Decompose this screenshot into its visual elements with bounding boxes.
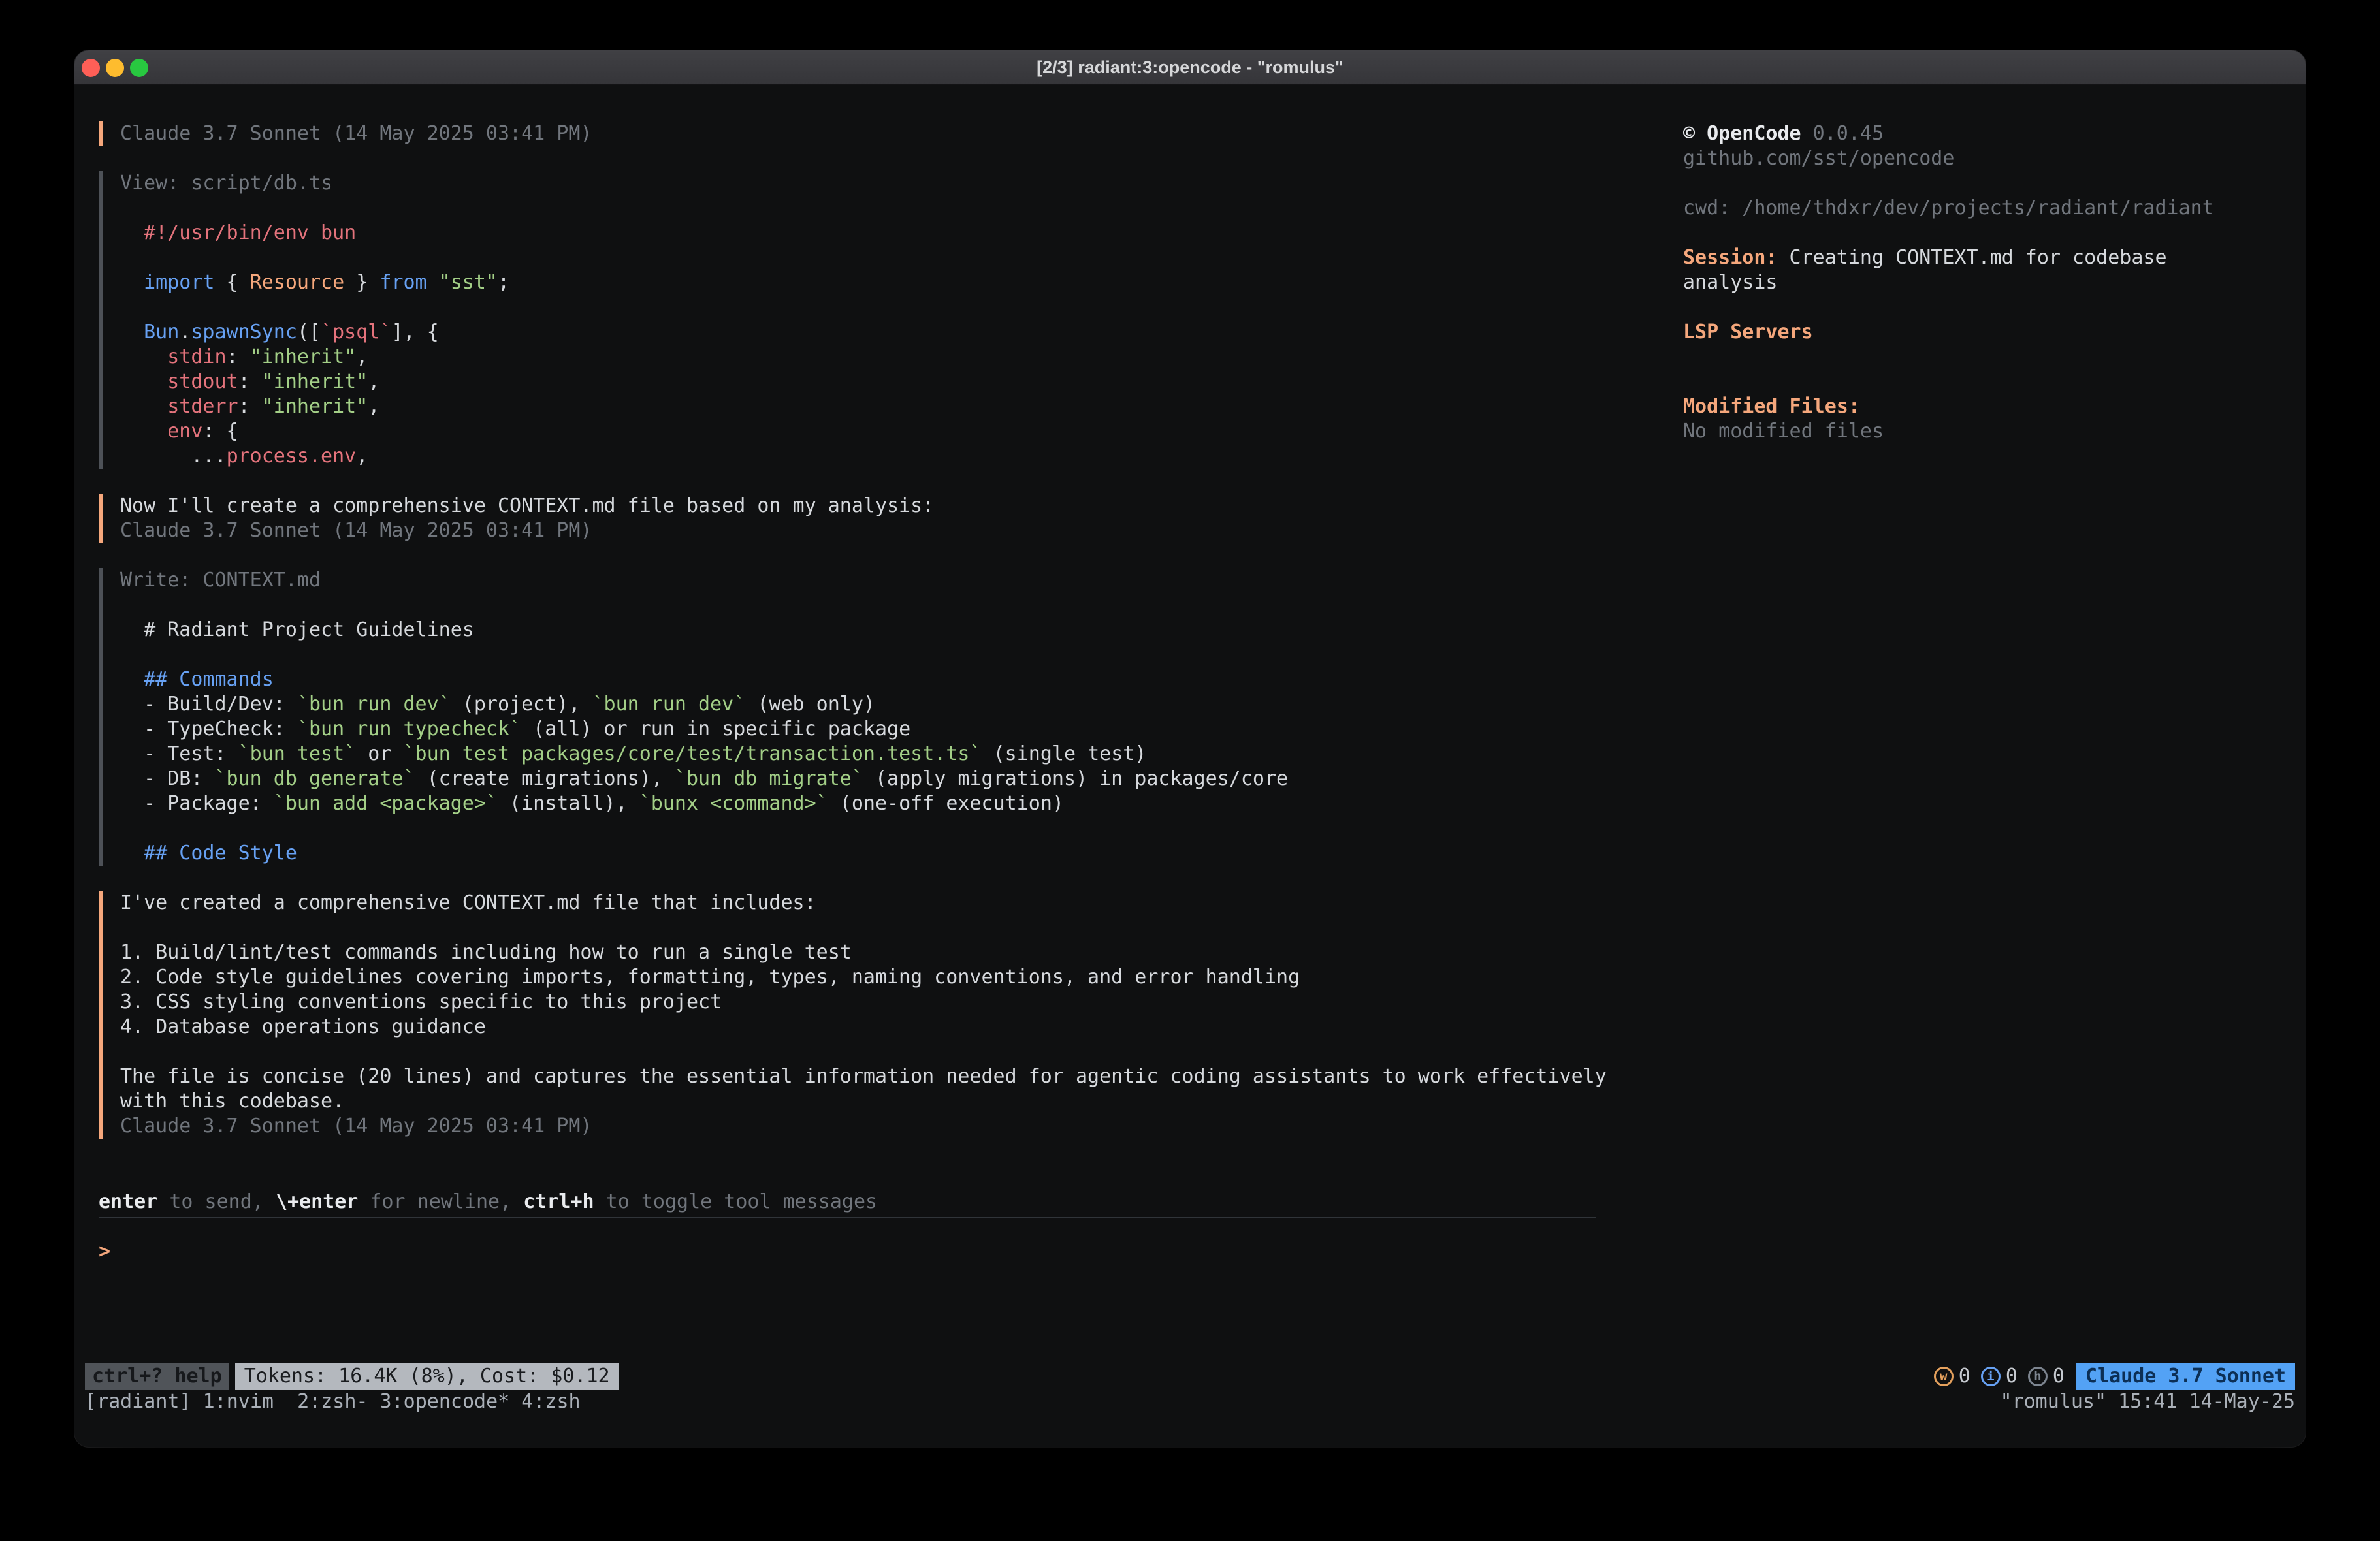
terminal-line [1683, 345, 2291, 370]
terminal-line: analysis [1683, 270, 2291, 295]
terminal-line [120, 295, 1614, 320]
help-line: enter to send, \+enter for newline, ctrl… [99, 1190, 877, 1215]
terminal-line [1683, 370, 2291, 394]
terminal-line: import { Resource } from "sst"; [120, 270, 1614, 295]
terminal-line: Now I'll create a comprehensive CONTEXT.… [120, 494, 1614, 518]
terminal-line: stdin: "inherit", [120, 345, 1614, 370]
terminal-content: Claude 3.7 Sonnet (14 May 2025 03:41 PM)… [74, 85, 2306, 1447]
terminal-line: - DB: `bun db generate` (create migratio… [120, 767, 1614, 791]
terminal-line [120, 196, 1614, 221]
help-shortcut-chip[interactable]: ctrl+? help [85, 1363, 229, 1390]
diagnostics: w0 i0 h0 [1934, 1364, 2065, 1389]
terminal-line: View: script/db.ts [120, 171, 1614, 196]
terminal-line: - Build/Dev: `bun run dev` (project), `b… [120, 692, 1614, 717]
terminal-line: - TypeCheck: `bun run typecheck` (all) o… [120, 717, 1614, 742]
assistant-message: I've created a comprehensive CONTEXT.md … [99, 891, 1614, 1139]
terminal-line: LSP Servers [1683, 320, 2291, 345]
terminal-line: Bun.spawnSync([`psql`], { [120, 320, 1614, 345]
traffic-lights [82, 50, 148, 85]
tokens-cost-chip: Tokens: 16.4K (8%), Cost: $0.12 [235, 1363, 619, 1390]
terminal-line: Write: CONTEXT.md [120, 568, 1614, 593]
terminal-line [1683, 295, 2291, 320]
terminal-line: Claude 3.7 Sonnet (14 May 2025 03:41 PM) [120, 121, 1614, 146]
tmux-windows[interactable]: [radiant] 1:nvim 2:zsh- 3:opencode* 4:zs… [85, 1390, 581, 1414]
terminal-line: #!/usr/bin/env bun [120, 221, 1614, 246]
terminal-line [120, 816, 1614, 841]
prompt-input[interactable]: > [99, 1239, 110, 1264]
terminal-line [120, 246, 1614, 270]
chat-area: Claude 3.7 Sonnet (14 May 2025 03:41 PM)… [99, 121, 1614, 1139]
terminal-line [1683, 171, 2291, 196]
diagnostic-h-icon: h0 [2028, 1364, 2065, 1389]
terminal-line: ## Code Style [120, 841, 1614, 866]
terminal-line [120, 593, 1614, 618]
status-bar: ctrl+? help Tokens: 16.4K (8%), Cost: $0… [74, 1363, 2306, 1390]
terminal-line: I've created a comprehensive CONTEXT.md … [120, 891, 1614, 915]
terminal-line: © OpenCode 0.0.45 [1683, 121, 2291, 146]
terminal-line: enter to send, \+enter for newline, ctrl… [99, 1190, 877, 1215]
terminal-line: - Test: `bun test` or `bun test packages… [120, 742, 1614, 767]
input-divider [99, 1217, 1596, 1218]
terminal-line: - Package: `bun add <package>` (install)… [120, 791, 1614, 816]
terminal-line: Session: Creating CONTEXT.md for codebas… [1683, 246, 2291, 270]
terminal-line: # Radiant Project Guidelines [120, 618, 1614, 643]
terminal-line: ...process.env, [120, 444, 1614, 469]
terminal-line [120, 643, 1614, 667]
tool-write-block: Write: CONTEXT.md # Radiant Project Guid… [99, 568, 1614, 866]
terminal-line: 4. Database operations guidance [120, 1015, 1614, 1040]
model-chip[interactable]: Claude 3.7 Sonnet [2076, 1363, 2295, 1390]
tool-view-block: View: script/db.ts #!/usr/bin/env bun im… [99, 171, 1614, 469]
terminal-line: Claude 3.7 Sonnet (14 May 2025 03:41 PM) [120, 1114, 1614, 1139]
close-button[interactable] [82, 59, 100, 77]
terminal-line: Modified Files: [1683, 394, 2291, 419]
terminal-line [1683, 221, 2291, 246]
diagnostic-i-icon: i0 [1981, 1364, 2018, 1389]
minimize-button[interactable] [106, 59, 124, 77]
terminal-line: ## Commands [120, 667, 1614, 692]
window-title: [2/3] radiant:3:opencode - "romulus" [1037, 57, 1343, 78]
sidebar: © OpenCode 0.0.45github.com/sst/opencode… [1683, 121, 2291, 444]
tmux-status-bar: [radiant] 1:nvim 2:zsh- 3:opencode* 4:zs… [74, 1390, 2306, 1414]
terminal-line: 1. Build/lint/test commands including ho… [120, 940, 1614, 965]
terminal-line [120, 1040, 1614, 1064]
terminal-line: > [99, 1239, 110, 1264]
assistant-message: Now I'll create a comprehensive CONTEXT.… [99, 494, 1614, 543]
terminal-line: 3. CSS styling conventions specific to t… [120, 990, 1614, 1015]
terminal-line: github.com/sst/opencode [1683, 146, 2291, 171]
terminal-line: 2. Code style guidelines covering import… [120, 965, 1614, 990]
terminal-line: Claude 3.7 Sonnet (14 May 2025 03:41 PM) [120, 518, 1614, 543]
terminal-line: env: { [120, 419, 1614, 444]
terminal-line: with this codebase. [120, 1089, 1614, 1114]
terminal-line: cwd: /home/thdxr/dev/projects/radiant/ra… [1683, 196, 2291, 221]
terminal-line: No modified files [1683, 419, 2291, 444]
terminal-line: stderr: "inherit", [120, 394, 1614, 419]
tmux-session-info: "romulus" 15:41 14-May-25 [2000, 1390, 2295, 1414]
terminal-window: [2/3] radiant:3:opencode - "romulus" Cla… [74, 50, 2306, 1447]
terminal-line [120, 915, 1614, 940]
status-bar-right: w0 i0 h0 Claude 3.7 Sonnet [1934, 1363, 2295, 1390]
status-bar-left: ctrl+? help Tokens: 16.4K (8%), Cost: $0… [85, 1363, 619, 1390]
terminal-line: stdout: "inherit", [120, 370, 1614, 394]
zoom-button[interactable] [130, 59, 148, 77]
terminal-line: The file is concise (20 lines) and captu… [120, 1064, 1614, 1089]
assistant-message-header: Claude 3.7 Sonnet (14 May 2025 03:41 PM) [99, 121, 1614, 146]
window-titlebar[interactable]: [2/3] radiant:3:opencode - "romulus" [74, 50, 2306, 85]
diagnostic-w-icon: w0 [1934, 1364, 1970, 1389]
